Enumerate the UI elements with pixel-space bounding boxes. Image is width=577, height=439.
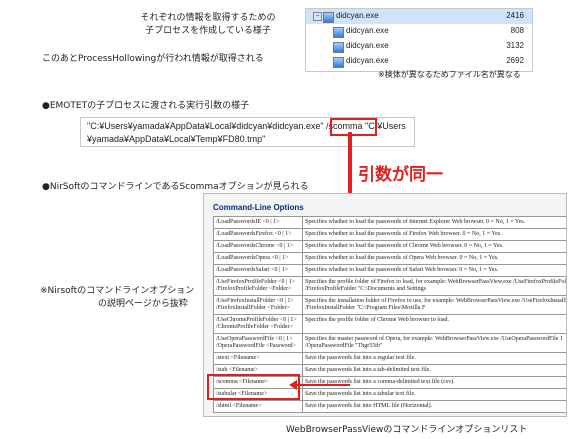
- process-note: ※検体が異なるためファイル名が異なる: [378, 70, 521, 79]
- process-row[interactable]: didcyan.exe 3132: [306, 39, 532, 54]
- option-row: /stext <Filename> Save the passwords list…: [213, 352, 566, 365]
- caption-scomma: ●NirSoftのコマンドラインであるScommaオプションが見られる: [42, 182, 309, 192]
- option-name: /shtml <Filename>: [213, 400, 303, 413]
- nirsoft-note-line-1: ※Nirsoftのコマンドラインオプション: [40, 286, 195, 296]
- connector-arrow-horizontal: [296, 384, 350, 386]
- exe-icon: [323, 12, 334, 23]
- caption-nirsoft-note: ※Nirsoftのコマンドラインオプション の説明ページから抜粋: [40, 283, 194, 309]
- option-description: Save the passwords list into a tabular t…: [302, 388, 566, 401]
- option-row: /LoadPasswordsSafari <0 | 1> Specifies wh…: [213, 264, 566, 277]
- option-name: /stext <Filename>: [213, 352, 303, 365]
- option-row: /UseChromeProfileFolder <0 | 1> /ChromeP…: [213, 314, 566, 334]
- process-name: didcyan.exe: [346, 56, 389, 65]
- option-name: /LoadPasswordsIE <0 | 1>: [213, 216, 303, 229]
- option-name: /LoadPasswordsFirefox <0 | 1>: [213, 228, 303, 241]
- process-pid: 3132: [506, 41, 524, 50]
- exe-icon: [333, 57, 344, 68]
- process-name: didcyan.exe: [346, 41, 389, 50]
- option-name: /LoadPasswordsOpera <0 | 1>: [213, 252, 303, 265]
- process-pid: 2416: [506, 11, 524, 20]
- option-name: /UseOperaPasswordFile <0 | 1> /OperaPass…: [213, 333, 303, 353]
- exe-icon: [333, 42, 344, 53]
- option-name: /UseChromeProfileFolder <0 | 1> /ChromeP…: [213, 314, 303, 334]
- process-row[interactable]: − didcyan.exe 2416: [306, 9, 532, 24]
- process-list: − didcyan.exe 2416 didcyan.exe 808 didcy…: [305, 8, 533, 72]
- option-description: Save the passwords list into a tab-delim…: [302, 364, 566, 377]
- caption-line-2: 子プロセスを作成している様子: [145, 26, 271, 36]
- option-row: /UseOperaPasswordFile <0 | 1> /OperaPass…: [213, 333, 566, 353]
- option-row: /UseFirefoxInstallFolder <0 | 1> /Firefo…: [213, 295, 566, 315]
- caption-doc-source: WebBrowserPassViewのコマンドラインオプションリスト: [286, 425, 528, 435]
- option-row: /UseFirefoxProfileFolder <0 | 1> /Firefo…: [213, 276, 566, 296]
- collapse-icon[interactable]: −: [313, 12, 322, 21]
- option-name: /UseFirefoxInstallFolder <0 | 1> /Firefo…: [213, 295, 303, 315]
- process-name: didcyan.exe: [336, 11, 379, 20]
- option-description: Specifies whether to load the passwords …: [302, 216, 566, 229]
- scomma-row-highlight: [207, 374, 300, 400]
- arrow-head-icon: [289, 380, 297, 390]
- option-description: Save the passwords list into a regular t…: [302, 352, 566, 365]
- option-description: Save the passwords list into HTML file (…: [302, 400, 566, 413]
- option-description: Specifies the profile folder of Chrome W…: [302, 314, 566, 334]
- option-description: Specifies whether to load the passwords …: [302, 252, 566, 265]
- option-description: Specifies the profile folder of Firefox …: [302, 276, 566, 296]
- option-row: /LoadPasswordsOpera <0 | 1> Specifies whe…: [213, 252, 566, 265]
- option-description: Specifies whether to load the passwords …: [302, 264, 566, 277]
- option-name: /LoadPasswordsChrome <0 | 1>: [213, 240, 303, 253]
- option-name: /UseFirefoxProfileFolder <0 | 1> /Firefo…: [213, 276, 303, 296]
- process-pid: 2692: [506, 56, 524, 65]
- option-row: /LoadPasswordsChrome <0 | 1> Specifies wh…: [213, 240, 566, 253]
- option-description: Save the passwords list into a comma-del…: [302, 376, 566, 389]
- option-description: Specifies the installation folder of Fir…: [302, 295, 566, 315]
- doc-title: Command-Line Options: [213, 203, 304, 212]
- process-row[interactable]: didcyan.exe 2692: [306, 54, 532, 69]
- same-args-label: 引数が同一: [358, 165, 443, 185]
- option-row: /shtml <Filename> Save the passwords list…: [213, 400, 566, 413]
- option-description: Specifies whether to load the passwords …: [302, 228, 566, 241]
- option-description: Specifies whether to load the passwords …: [302, 240, 566, 253]
- option-name: /LoadPasswordsSafari <0 | 1>: [213, 264, 303, 277]
- caption-emotet-args: ●EMOTETの子プロセスに渡される実行引数の様子: [42, 101, 250, 111]
- caption-process-hollowing: このあとProcessHollowingが行われ情報が取得される: [42, 54, 264, 64]
- option-row: /LoadPasswordsFirefox <0 | 1> Specifies w…: [213, 228, 566, 241]
- process-name: didcyan.exe: [346, 26, 389, 35]
- nirsoft-note-line-2: の説明ページから抜粋: [98, 299, 188, 309]
- process-row[interactable]: didcyan.exe 808: [306, 24, 532, 39]
- option-row: /LoadPasswordsIE <0 | 1> Specifies whethe…: [213, 216, 566, 229]
- caption-child-process: それぞれの情報を取得するための 子プロセスを作成している様子: [118, 10, 298, 36]
- exe-icon: [333, 27, 344, 38]
- connector-line-top: [348, 132, 352, 172]
- process-pid: 808: [510, 26, 524, 35]
- option-description: Specifies the master password of Opera, …: [302, 333, 566, 353]
- scomma-highlight-box: [330, 118, 377, 136]
- caption-line-1: それぞれの情報を取得するための: [140, 13, 276, 23]
